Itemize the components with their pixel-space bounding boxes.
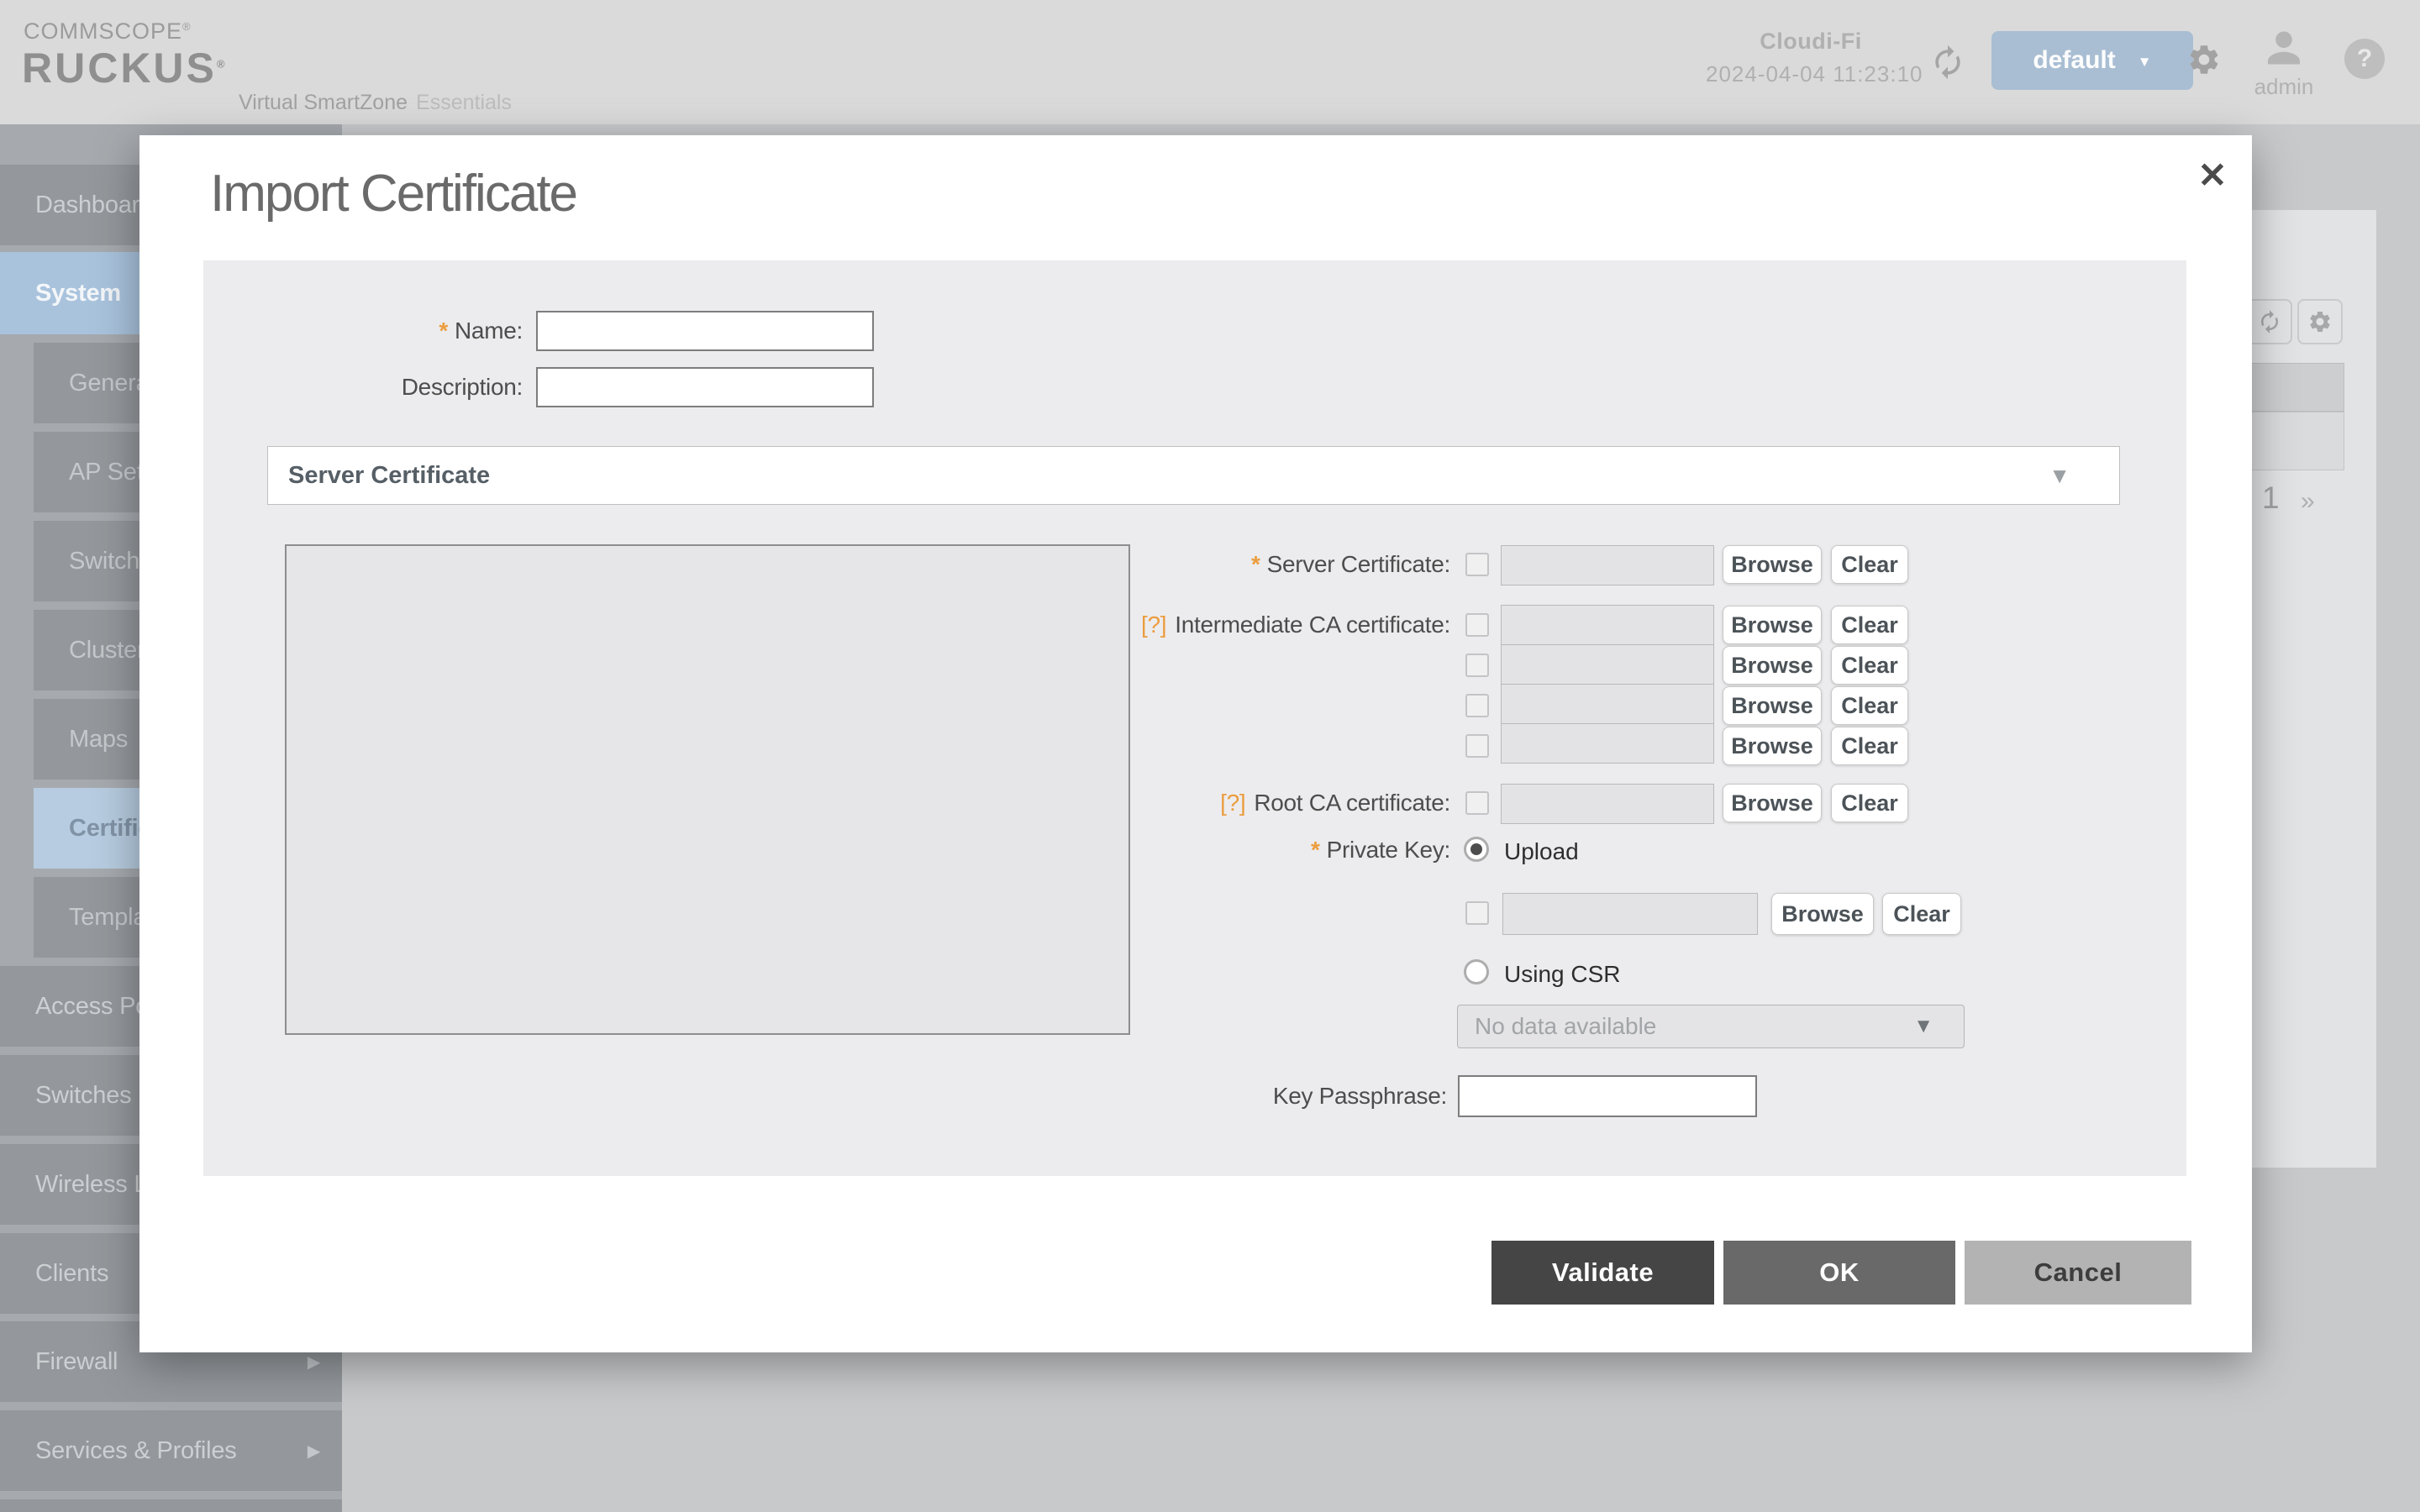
intermediate-ca-clear-button-4[interactable]: Clear bbox=[1831, 727, 1908, 765]
dropdown-chevron-down-icon: ▼ bbox=[1913, 1015, 1933, 1038]
upload-radio[interactable] bbox=[1464, 837, 1489, 862]
intermediate-ca-file-field-4 bbox=[1501, 723, 1714, 764]
private-key-file-field bbox=[1502, 893, 1758, 935]
sidebar-item-label: Clients bbox=[35, 1260, 108, 1288]
registered-mark: ® bbox=[217, 57, 228, 70]
cluster-name: Cloudi-Fi bbox=[1706, 29, 1916, 55]
root-ca-browse-button[interactable]: Browse bbox=[1723, 784, 1822, 822]
key-passphrase-label: Key Passphrase: bbox=[976, 1075, 1447, 1117]
cluster-info: Cloudi-Fi 2024-04-04 11:23:10 bbox=[1706, 29, 1916, 87]
required-marker: * bbox=[1311, 837, 1320, 863]
name-input[interactable] bbox=[536, 311, 874, 351]
server-certificate-label: *Server Certificate: bbox=[980, 544, 1450, 585]
gear-icon[interactable] bbox=[2186, 42, 2222, 77]
root-ca-clear-button[interactable]: Clear bbox=[1831, 784, 1908, 822]
sidebar-item-services-profiles[interactable]: Services & Profiles ▶ bbox=[0, 1410, 342, 1491]
sidebar-item-label: Services & Profiles bbox=[35, 1437, 237, 1465]
server-certificate-browse-button[interactable]: Browse bbox=[1723, 545, 1822, 584]
section-title: Server Certificate bbox=[288, 462, 490, 490]
cancel-button[interactable]: Cancel bbox=[1965, 1241, 2191, 1305]
sidebar-item-label: Switches bbox=[35, 1082, 131, 1110]
required-marker: * bbox=[439, 318, 448, 344]
intermediate-ca-checkbox-1[interactable] bbox=[1465, 613, 1489, 637]
description-input[interactable] bbox=[536, 367, 874, 407]
required-marker: * bbox=[1251, 551, 1260, 577]
dialog-title: Import Certificate bbox=[210, 164, 576, 223]
intermediate-ca-browse-button-1[interactable]: Browse bbox=[1723, 606, 1822, 644]
intermediate-ca-checkbox-3[interactable] bbox=[1465, 694, 1489, 717]
intermediate-ca-browse-button-2[interactable]: Browse bbox=[1723, 646, 1822, 685]
sidebar-item-label: System bbox=[35, 280, 121, 307]
server-certificate-checkbox[interactable] bbox=[1465, 553, 1489, 576]
help-marker: [?] bbox=[1141, 612, 1166, 638]
pagination-page-1[interactable]: 1 bbox=[2262, 480, 2280, 516]
csr-select-value: No data available bbox=[1475, 1013, 1656, 1040]
intermediate-ca-label: [?]Intermediate CA certificate: bbox=[980, 605, 1450, 645]
sidebar-item-label: Dashboard bbox=[35, 192, 153, 219]
private-key-checkbox[interactable] bbox=[1465, 901, 1489, 925]
ok-button[interactable]: OK bbox=[1723, 1241, 1955, 1305]
user-name: admin bbox=[2242, 74, 2326, 100]
help-marker: [?] bbox=[1220, 790, 1245, 816]
top-bar: COMMSCOPE® RUCKUS® Virtual SmartZoneEsse… bbox=[0, 0, 2420, 124]
server-certificate-clear-button[interactable]: Clear bbox=[1831, 545, 1908, 584]
collapse-chevron-down-icon: ▼ bbox=[2049, 463, 2070, 489]
intermediate-ca-file-field-2 bbox=[1501, 644, 1714, 685]
sidebar-item-label: Maps bbox=[69, 726, 128, 753]
name-label: *Name: bbox=[271, 311, 523, 351]
using-csr-radio-label: Using CSR bbox=[1504, 961, 1620, 988]
chevron-down-icon: ▼ bbox=[2138, 50, 2152, 71]
intermediate-ca-checkbox-4[interactable] bbox=[1465, 734, 1489, 758]
intermediate-ca-file-field-3 bbox=[1501, 684, 1714, 724]
refresh-icon[interactable] bbox=[1929, 44, 1966, 81]
sidebar-item-label: Cluster bbox=[69, 637, 145, 664]
pagination-next-icon[interactable]: » bbox=[2301, 487, 2313, 516]
intermediate-ca-clear-button-1[interactable]: Clear bbox=[1831, 606, 1908, 644]
intermediate-ca-checkbox-2[interactable] bbox=[1465, 654, 1489, 677]
commscope-logo: COMMSCOPE® bbox=[24, 18, 192, 45]
intermediate-ca-browse-button-3[interactable]: Browse bbox=[1723, 686, 1822, 725]
intermediate-ca-file-field-1 bbox=[1501, 605, 1714, 645]
product-edition: Essentials bbox=[416, 91, 512, 114]
import-certificate-form: *Name: Description: Server Certificate ▼… bbox=[203, 260, 2186, 1176]
server-certificate-section-header[interactable]: Server Certificate ▼ bbox=[267, 446, 2120, 505]
domain-selector-button[interactable]: default ▼ bbox=[1991, 31, 2193, 90]
description-label: Description: bbox=[271, 367, 523, 407]
sidebar-item-label: Firewall bbox=[35, 1348, 118, 1376]
table-header-fragment bbox=[2250, 363, 2344, 412]
table-row-fragment bbox=[2250, 412, 2344, 470]
background-certificates-panel: 1 » bbox=[2252, 210, 2376, 1168]
close-icon[interactable]: ✕ bbox=[2186, 149, 2238, 201]
private-key-label: *Private Key: bbox=[980, 835, 1450, 865]
key-passphrase-input[interactable] bbox=[1458, 1075, 1757, 1117]
server-certificate-file-field bbox=[1501, 545, 1714, 585]
table-settings-gear-icon[interactable] bbox=[2297, 299, 2343, 344]
import-certificate-dialog: Import Certificate ✕ *Name: Description:… bbox=[139, 135, 2252, 1352]
registered-mark: ® bbox=[182, 20, 192, 33]
user-avatar-icon[interactable] bbox=[2262, 24, 2306, 72]
private-key-clear-button[interactable]: Clear bbox=[1882, 893, 1961, 935]
using-csr-radio[interactable] bbox=[1464, 959, 1489, 984]
root-ca-checkbox[interactable] bbox=[1465, 791, 1489, 815]
upload-radio-label: Upload bbox=[1504, 838, 1579, 865]
private-key-browse-button[interactable]: Browse bbox=[1771, 893, 1874, 935]
root-ca-file-field bbox=[1501, 784, 1714, 824]
submenu-arrow-icon: ▶ bbox=[308, 1352, 320, 1373]
ruckus-logo: RUCKUS® bbox=[22, 44, 228, 92]
csr-select-dropdown[interactable]: No data available ▼ bbox=[1457, 1005, 1965, 1048]
intermediate-ca-clear-button-3[interactable]: Clear bbox=[1831, 686, 1908, 725]
product-name: Virtual SmartZoneEssentials bbox=[239, 91, 512, 115]
system-datetime: 2024-04-04 11:23:10 bbox=[1706, 61, 1916, 87]
screen: COMMSCOPE® RUCKUS® Virtual SmartZoneEsse… bbox=[0, 0, 2420, 1512]
submenu-arrow-icon: ▶ bbox=[308, 1441, 320, 1462]
domain-selector-label: default bbox=[2033, 46, 2115, 75]
root-ca-label: [?]Root CA certificate: bbox=[980, 783, 1450, 823]
intermediate-ca-clear-button-2[interactable]: Clear bbox=[1831, 646, 1908, 685]
sidebar-item-partial bbox=[0, 1499, 342, 1512]
help-icon[interactable]: ? bbox=[2344, 39, 2385, 79]
validate-button[interactable]: Validate bbox=[1491, 1241, 1714, 1305]
intermediate-ca-browse-button-4[interactable]: Browse bbox=[1723, 727, 1822, 765]
table-refresh-icon[interactable] bbox=[2247, 299, 2292, 344]
